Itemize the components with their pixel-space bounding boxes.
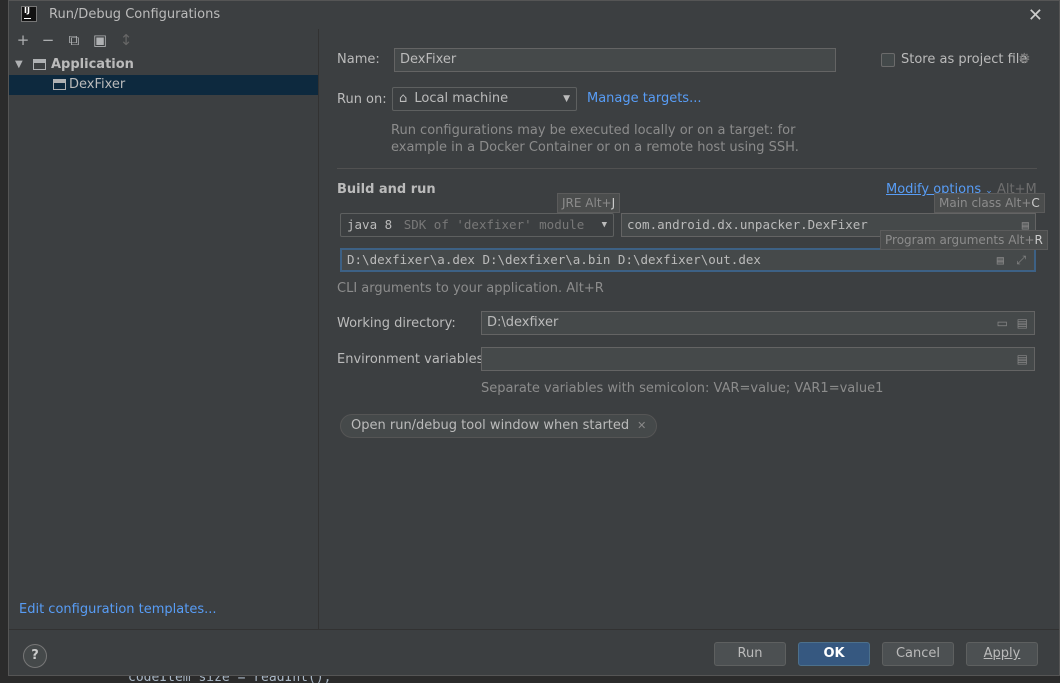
run-button[interactable]: Run [714,642,786,666]
run-on-hint-line1: Run configurations may be executed local… [391,123,796,138]
intellij-logo-icon: IJ [21,6,37,22]
environment-variables-field[interactable]: ▤ [481,347,1035,371]
chip-label: Open run/debug tool window when started [351,418,630,433]
build-and-run-header: Build and run [337,182,436,197]
name-label: Name: [337,52,380,67]
run-debug-dialog: IJ Run/Debug Configurations ✕ + − ⧉ ▣ ↕ … [8,0,1060,676]
folder-icon[interactable]: ▭ [997,312,1008,334]
program-arguments-tooltip-key: R [1034,233,1043,247]
main-class-tooltip-key: C [1031,196,1040,210]
main-class-tooltip: Main class Alt+C [934,193,1045,213]
expand-icon[interactable]: ⤢ [1016,250,1026,270]
list-icon[interactable]: ▤ [1017,348,1028,370]
chevron-down-icon: ▼ [601,220,607,230]
apply-button[interactable]: Apply [966,642,1038,666]
open-tool-window-option-chip[interactable]: Open run/debug tool window when started ✕ [340,414,658,438]
run-on-hint-line2: example in a Docker Container or on a re… [391,140,799,155]
chevron-down-icon[interactable]: ▼ [15,55,23,75]
window-title: Run/Debug Configurations [49,7,221,22]
run-on-value: Local machine [414,91,509,106]
configuration-editor: Name: DexFixer Store as project file ⚙ R… [320,29,1060,629]
list-icon[interactable]: ▤ [997,250,1004,270]
configurations-tree: ▼ Application DexFixer [9,55,318,95]
program-arguments-tooltip: Program arguments Alt+R [880,230,1048,250]
cli-hint: CLI arguments to your application. Alt+R [337,281,604,296]
cancel-button[interactable]: Cancel [882,642,954,666]
jre-value: java 8 [347,217,393,232]
sort-icon[interactable]: ↕ [118,32,134,48]
tree-group-label: Application [51,57,134,72]
main-class-value: com.android.dx.unpacker.DexFixer [627,217,868,232]
run-on-select[interactable]: ⌂ Local machine ▼ [392,87,577,111]
close-icon[interactable]: ✕ [1028,5,1043,26]
run-on-label: Run on: [337,92,387,107]
store-as-project-label: Store as project file [901,52,1028,67]
add-icon[interactable]: + [15,32,31,48]
program-arguments-tooltip-text: Program arguments Alt+ [885,233,1035,247]
environment-variables-hint: Separate variables with semicolon: VAR=v… [481,381,884,396]
dialog-footer: ? Run OK Cancel Apply [9,629,1059,677]
name-field[interactable]: DexFixer [394,48,836,72]
copy-icon[interactable]: ⧉ [66,32,82,48]
jre-tooltip: JRE Alt+J [557,193,621,213]
edit-configuration-templates-link[interactable]: Edit configuration templates... [19,602,217,617]
program-arguments-field[interactable]: D:\dexfixer\a.dex D:\dexfixer\a.bin D:\d… [340,248,1036,272]
divider [337,168,1037,169]
close-icon[interactable]: ✕ [637,419,646,432]
list-icon[interactable]: ▤ [1017,312,1028,334]
sidebar-toolbar: + − ⧉ ▣ ↕ [9,29,318,53]
tree-item-label: DexFixer [69,77,126,92]
working-directory-field[interactable]: D:\dexfixer ▭ ▤ [481,311,1035,335]
jre-tooltip-text: JRE Alt+ [562,196,612,210]
remove-icon[interactable]: − [40,32,56,48]
gear-icon[interactable]: ⚙ [1018,51,1031,67]
title-bar: IJ Run/Debug Configurations ✕ [9,1,1059,29]
move-to-folder-icon[interactable]: ▣ [92,32,108,48]
environment-variables-label: Environment variables: [337,352,488,367]
help-button[interactable]: ? [23,644,47,668]
jre-hint: SDK of 'dexfixer' module [403,217,585,232]
configurations-sidebar: + − ⧉ ▣ ↕ ▼ Application DexFixer Edit co… [9,29,319,629]
jre-tooltip-key: J [611,196,616,210]
working-directory-value: D:\dexfixer [487,315,559,330]
ok-button[interactable]: OK [798,642,870,666]
store-as-project-checkbox[interactable] [881,53,895,67]
working-directory-label: Working directory: [337,316,456,331]
program-arguments-value: D:\dexfixer\a.dex D:\dexfixer\a.bin D:\d… [347,252,761,267]
application-icon [33,59,46,70]
tree-item-dexfixer[interactable]: DexFixer [9,75,318,95]
chevron-down-icon: ▼ [563,94,570,104]
tree-group-application[interactable]: ▼ Application [9,55,318,75]
home-icon: ⌂ [399,91,408,106]
application-icon [53,79,66,90]
manage-targets-link[interactable]: Manage targets... [587,91,701,106]
main-class-tooltip-text: Main class Alt+ [939,196,1032,210]
jre-select[interactable]: java 8 SDK of 'dexfixer' module ▼ [340,213,614,237]
